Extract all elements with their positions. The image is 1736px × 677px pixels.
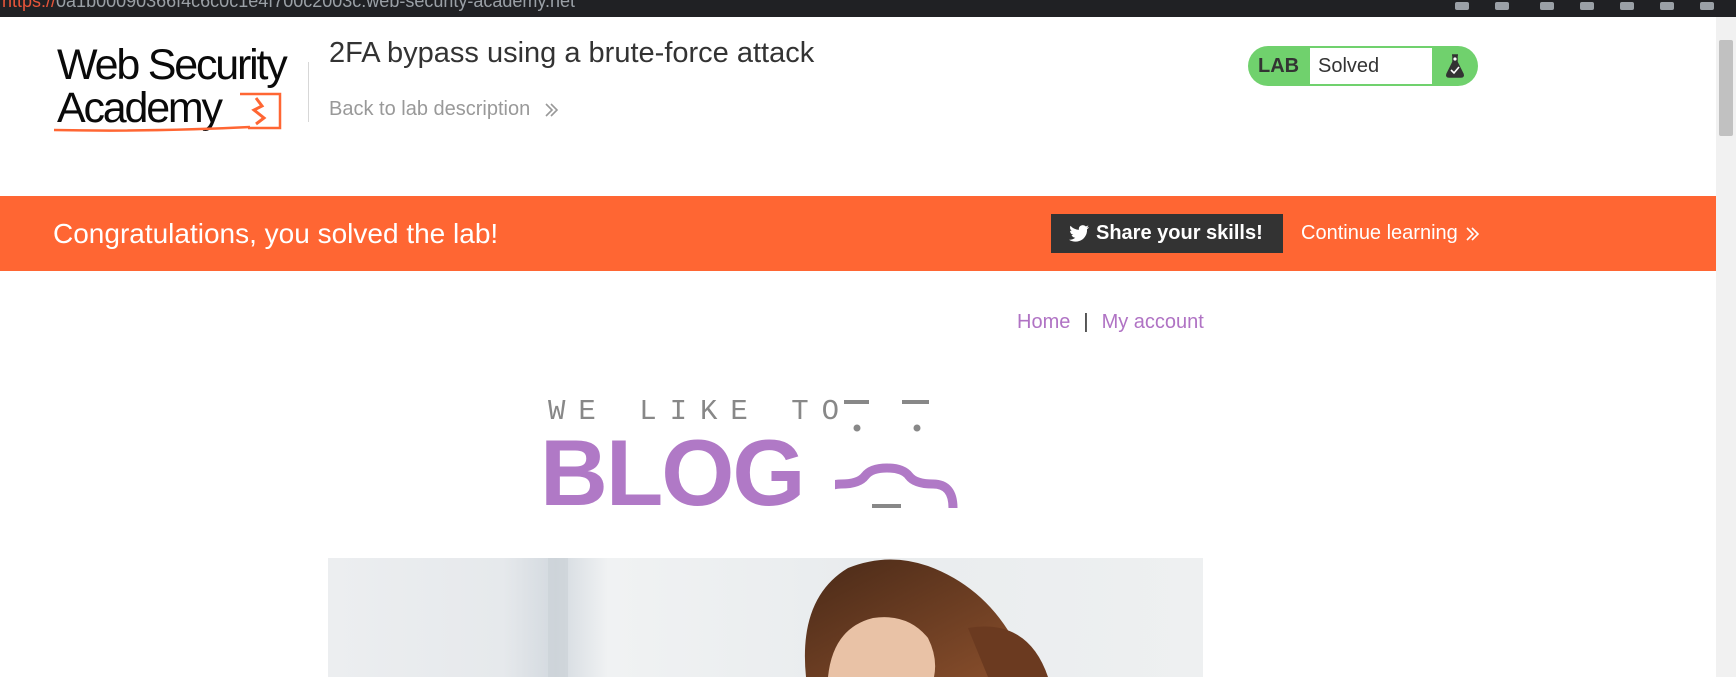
back-to-description-link[interactable]: Back to lab description [329,97,560,121]
nav-home-link[interactable]: Home [1017,311,1070,333]
nav-separator: | [1083,311,1089,333]
blog-nav: Home | My account [1017,310,1204,334]
window-icon[interactable] [1620,2,1634,10]
back-link-label: Back to lab description [329,98,531,120]
blog-hero-image [328,558,1203,677]
menu-icon[interactable] [1700,2,1714,10]
lab-status-label: LAB [1258,55,1300,77]
browser-toolbar: https://0a1b00090366f4c6c0c1e4f700c2003c… [0,0,1736,17]
congratulations-message: Congratulations, you solved the lab! [53,218,499,249]
person-photo-icon [548,558,1048,677]
share-skills-button[interactable]: Share your skills! [1051,214,1283,253]
continue-learning-label: Continue learning [1301,222,1458,244]
blog-logo: WE LIKE TO BLOG [540,396,990,523]
lab-status-widget: LAB Solved [1248,46,1478,86]
flask-icon [1446,54,1464,78]
share-icon[interactable] [1455,2,1469,10]
face-icon [835,400,958,509]
academy-logo[interactable]: Web Security Academy [52,44,308,138]
profile-icon[interactable] [1580,2,1594,10]
continue-learning-link[interactable]: Continue learning [1301,196,1481,271]
address-bar[interactable]: https://0a1b00090366f4c6c0c1e4f700c2003c… [2,0,575,12]
lab-title: 2FA bypass using a brute-force attack [329,37,815,69]
blog-word: BLOG [540,420,806,525]
logo-mark-icon [53,92,282,132]
star-icon[interactable] [1495,2,1509,10]
url-host: 0a1b00090366f4c6c0c1e4f700c2003c.web-sec… [56,0,576,11]
share-button-label: Share your skills! [1096,222,1263,244]
lab-status-box: Solved [1310,48,1432,84]
url-scheme: https:// [2,0,57,11]
header-divider [308,62,309,122]
extension-icon[interactable] [1540,2,1554,10]
sidepanel-icon[interactable] [1660,2,1674,10]
solved-banner: Congratulations, you solved the lab! Sha… [0,196,1716,271]
twitter-icon [1069,225,1089,242]
lab-status-value: Solved [1318,55,1380,77]
chevron-right-icon [545,103,558,117]
nav-my-account-link[interactable]: My account [1102,311,1204,333]
chevron-right-icon [1466,227,1480,241]
scrollbar-thumb[interactable] [1719,40,1733,136]
